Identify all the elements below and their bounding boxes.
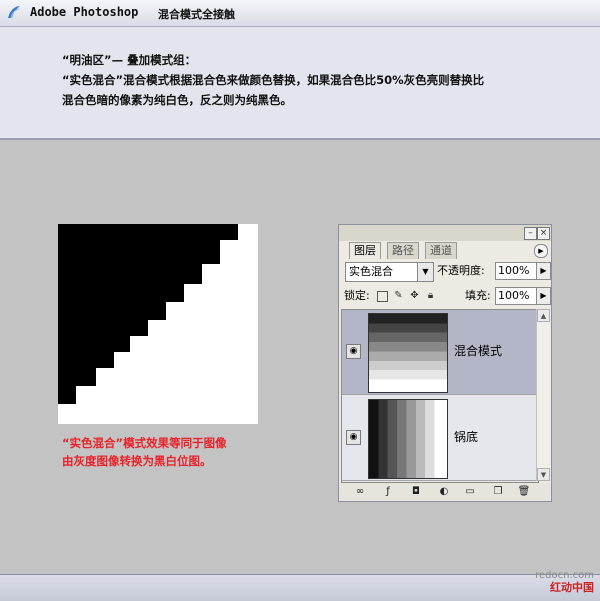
lock-row: 锁定: ✎ ✥ 🔒︎ 填充: 100% ▶ xyxy=(343,287,551,307)
demo-image xyxy=(58,224,258,424)
opacity-arrow-icon[interactable]: ▶ xyxy=(536,262,551,280)
demo-caption: “实色混合”模式效果等同于图像 由灰度图像转换为黑白位图。 xyxy=(62,434,227,470)
blend-row: 实色混合 ▼ 不透明度: 100% ▶ xyxy=(343,262,551,282)
watermark: redocn.com 红动中国 xyxy=(535,570,594,594)
fx-icon[interactable]: ƒ xyxy=(381,485,395,498)
blend-mode-value: 实色混合 xyxy=(349,265,393,278)
visibility-eye-icon[interactable]: ◉ xyxy=(346,344,361,359)
layer-thumbnail-stripes xyxy=(368,399,448,479)
lock-move-icon[interactable]: ✥ xyxy=(409,290,420,301)
desc-line-3: 混合色暗的像素为纯白色，反之则为纯黑色。 xyxy=(62,93,292,107)
lock-all-icon[interactable]: 🔒︎ xyxy=(425,290,436,301)
app-subtitle: 混合模式全接触 xyxy=(158,8,235,21)
fill-arrow-icon[interactable]: ▶ xyxy=(536,287,551,305)
close-icon[interactable]: × xyxy=(537,227,550,240)
minimize-icon[interactable]: – xyxy=(524,227,537,240)
trash-icon[interactable]: 🗑︎ xyxy=(517,485,531,498)
desc-line-2: “实色混合”混合模式根据混合色来做颜色替换，如果混合色比50%灰色亮则替换比 xyxy=(62,73,485,87)
blend-mode-select[interactable]: 实色混合 ▼ xyxy=(345,262,434,282)
layer-row-base[interactable]: ◉ 锅底 xyxy=(342,396,538,481)
layer-row-blend[interactable]: ◉ 混合模式 xyxy=(342,310,538,395)
watermark-brand: 红动中国 xyxy=(550,581,594,594)
photoshop-logo-icon xyxy=(8,6,20,19)
chevron-down-icon[interactable]: ▼ xyxy=(417,263,433,281)
layers-scrollbar[interactable]: ▲ ▼ xyxy=(536,309,550,481)
tab-paths[interactable]: 路径 xyxy=(387,242,419,259)
mask-icon[interactable]: ◘ xyxy=(409,485,423,498)
adjustment-icon[interactable]: ◐ xyxy=(437,485,451,498)
caption-line-2: 由灰度图像转换为黑白位图。 xyxy=(62,454,212,468)
link-icon[interactable]: ∞ xyxy=(353,485,367,498)
visibility-eye-icon[interactable]: ◉ xyxy=(346,430,361,445)
lock-label: 锁定: xyxy=(344,289,370,302)
panel-bottom-toolbar: ∞ ƒ ◘ ◐ ▭ ❐ 🗑︎ xyxy=(339,483,551,501)
layers-panel: – × 图层 路径 通道 ▶ 实色混合 ▼ 不透明度: 100% ▶ 锁定: ✎… xyxy=(338,224,552,502)
title-bar: Adobe Photoshop 混合模式全接触 xyxy=(0,0,600,27)
app-title: Adobe Photoshop xyxy=(30,5,139,19)
layer-thumbnail-gradient xyxy=(368,313,448,393)
description: “明油区”— 叠加模式组： “实色混合”混合模式根据混合色来做颜色替换，如果混合… xyxy=(62,50,484,110)
caption-line-1: “实色混合”模式效果等同于图像 xyxy=(62,436,227,450)
opacity-label: 不透明度: xyxy=(437,264,485,277)
lock-transparency-icon[interactable] xyxy=(377,291,388,302)
fill-input[interactable]: 100% xyxy=(495,287,537,305)
panel-menu-icon[interactable]: ▶ xyxy=(534,244,548,258)
layers-list: ◉ 混合模式 ◉ 锅底 xyxy=(341,309,539,483)
tab-channels[interactable]: 通道 xyxy=(425,242,457,259)
scroll-down-icon[interactable]: ▼ xyxy=(537,468,550,481)
footer-band xyxy=(0,574,600,601)
layer-name-base: 锅底 xyxy=(454,430,479,444)
opacity-input[interactable]: 100% xyxy=(495,262,537,280)
lock-brush-icon[interactable]: ✎ xyxy=(393,290,404,301)
panel-titlebar: – × xyxy=(339,225,551,241)
fill-label: 填充: xyxy=(465,289,491,302)
staircase-graphic xyxy=(58,224,238,404)
desc-line-1: “明油区”— 叠加模式组： xyxy=(62,53,197,67)
header-band: Adobe Photoshop 混合模式全接触 “明油区”— 叠加模式组： “实… xyxy=(0,0,600,140)
folder-icon[interactable]: ▭ xyxy=(463,485,477,498)
layer-name-blend: 混合模式 xyxy=(454,344,503,358)
scroll-up-icon[interactable]: ▲ xyxy=(537,309,550,322)
tab-layers[interactable]: 图层 xyxy=(349,242,381,259)
new-layer-icon[interactable]: ❐ xyxy=(491,485,505,498)
panel-tabs: 图层 路径 通道 xyxy=(345,242,549,260)
